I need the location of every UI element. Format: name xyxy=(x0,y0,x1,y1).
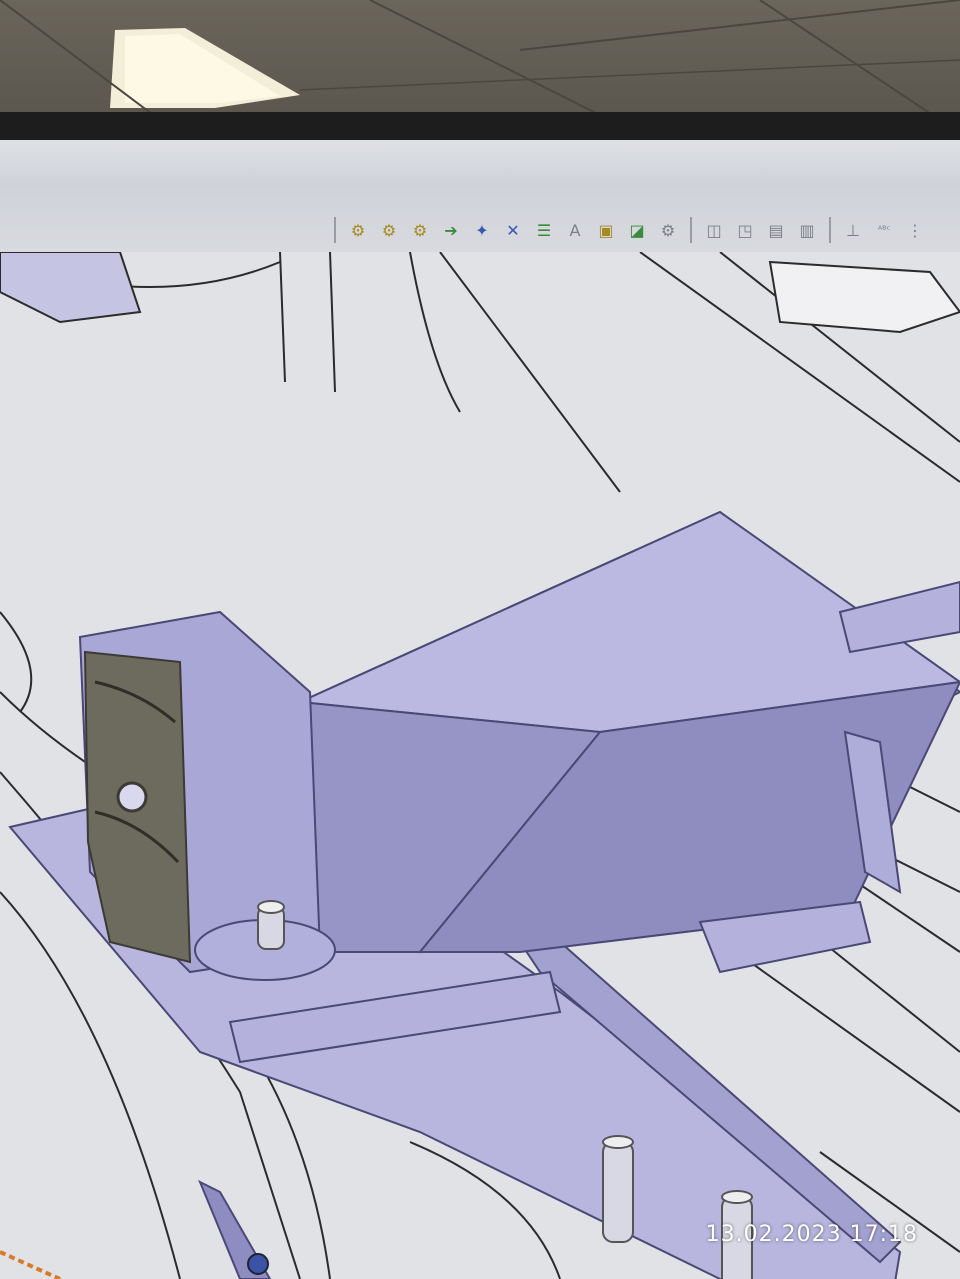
text-annotation-icon[interactable]: A xyxy=(562,216,588,244)
doc-settings-icon[interactable]: ▤ xyxy=(763,216,789,244)
export-icon[interactable]: ➔ xyxy=(438,216,464,244)
cube-outline-icon[interactable]: ◳ xyxy=(732,216,758,244)
ceiling-tiles xyxy=(0,0,960,120)
part-insert-icon[interactable]: ✦ xyxy=(469,216,495,244)
upper-right-bracket xyxy=(768,260,960,334)
toolbar-separator xyxy=(334,217,336,243)
toolbar-separator xyxy=(829,217,831,243)
analysis-icon[interactable]: ✕ xyxy=(500,216,526,244)
cad-screen: ⚙ ⚙ ⚙ ➔ ✦ ✕ ☰ A ▣ ◪ ⚙ ◫ ◳ ▤ ▥ ⊥ ᴬᴮᶜ ⋮ 13… xyxy=(0,140,960,1279)
stud-bolt xyxy=(602,1141,634,1243)
toolbar-separator xyxy=(690,217,692,243)
toolbar-area: ⚙ ⚙ ⚙ ➔ ✦ ✕ ☰ A ▣ ◪ ⚙ ◫ ◳ ▤ ▥ ⊥ ᴬᴮᶜ ⋮ xyxy=(0,140,960,252)
abc-text-icon[interactable]: ᴬᴮᶜ xyxy=(871,216,897,244)
tool-dropdown-icon[interactable]: ⚙ xyxy=(655,216,681,244)
table-arrow-icon[interactable]: ☰ xyxy=(531,216,557,244)
cube-view-icon[interactable]: ◫ xyxy=(701,216,727,244)
doc-settings-alt-icon[interactable]: ▥ xyxy=(794,216,820,244)
layers-icon[interactable]: ▣ xyxy=(593,216,619,244)
gear-settings-icon[interactable]: ⚙ xyxy=(376,216,402,244)
cad-toolbar: ⚙ ⚙ ⚙ ➔ ✦ ✕ ☰ A ▣ ◪ ⚙ ◫ ◳ ▤ ▥ ⊥ ᴬᴮᶜ ⋮ xyxy=(330,208,960,252)
gear-catalog-icon[interactable]: ⚙ xyxy=(407,216,433,244)
bushing-hole xyxy=(116,781,148,813)
blue-fastener xyxy=(247,1253,269,1275)
3d-model-viewport[interactable] xyxy=(0,252,960,1279)
office-ceiling xyxy=(0,0,960,120)
gear-multi-icon[interactable]: ⚙ xyxy=(345,216,371,244)
scale-icon[interactable]: ◪ xyxy=(624,216,650,244)
more-icon[interactable]: ⋮ xyxy=(902,216,928,244)
axis-icon[interactable]: ⊥ xyxy=(840,216,866,244)
photo-timestamp: 13.02.2023 17:18 xyxy=(705,1222,918,1247)
